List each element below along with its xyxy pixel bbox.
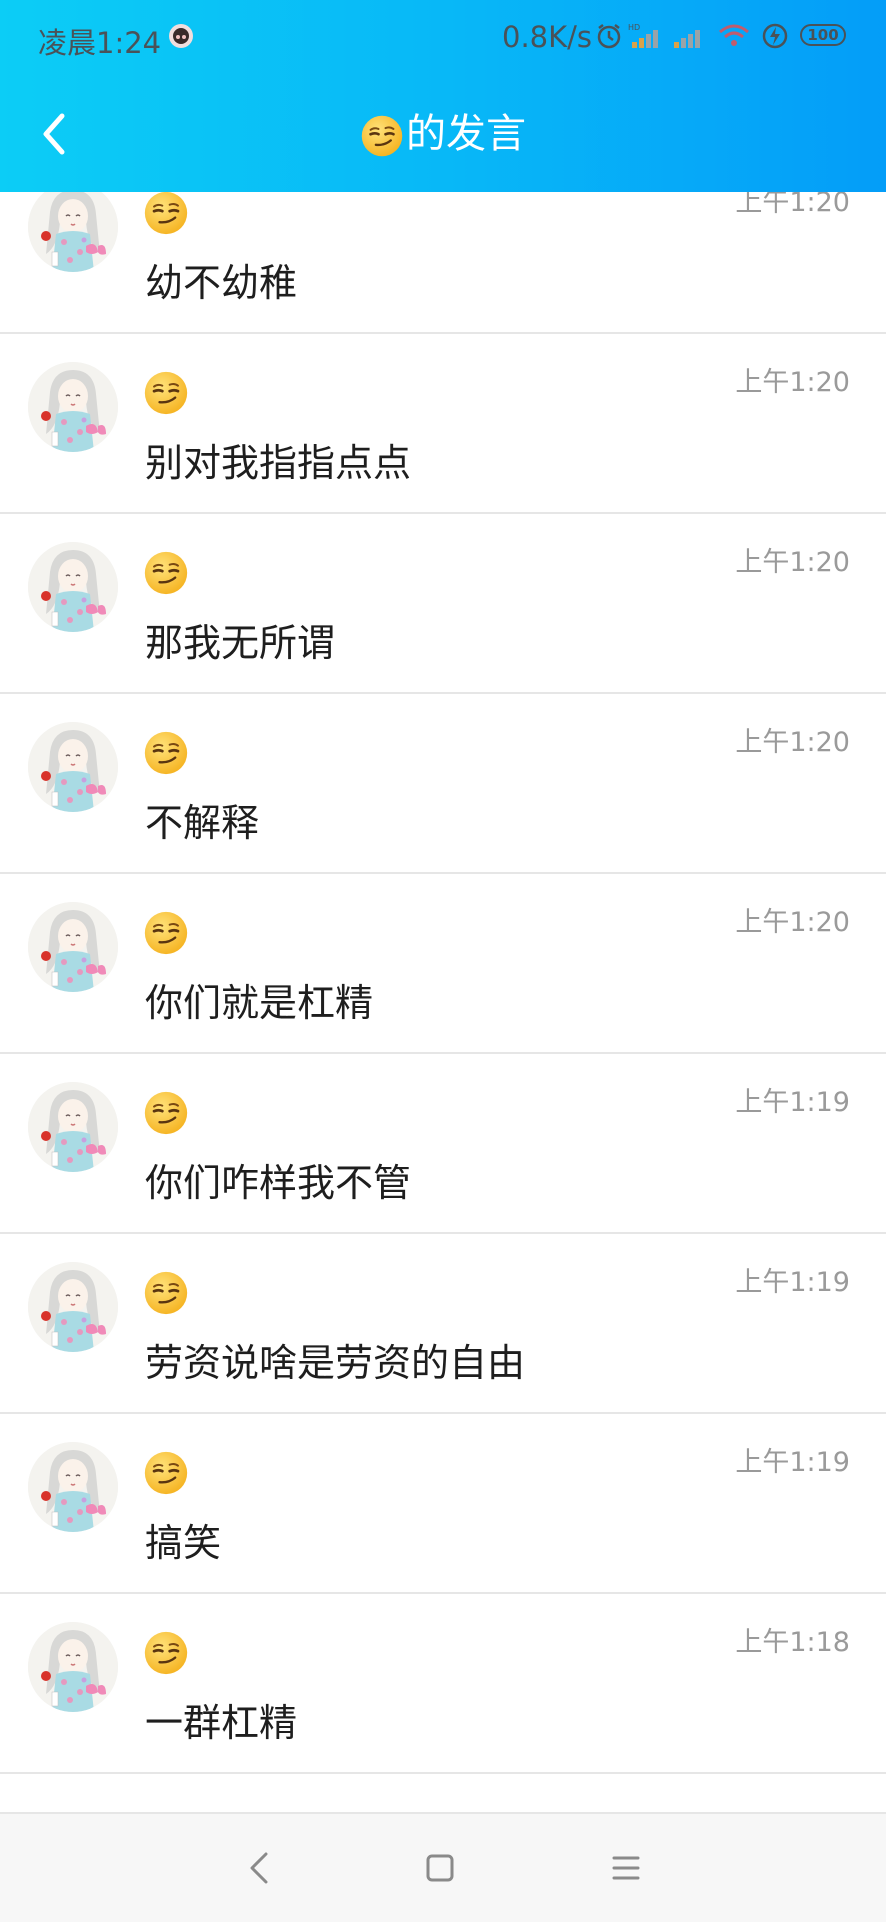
notification-avatar-icon [168,22,194,48]
status-time: 凌晨1:24 [38,26,162,60]
charging-icon [762,23,788,49]
avatar[interactable] [28,182,118,272]
message-time: 上午1:18 [735,1627,850,1658]
avatar[interactable] [28,1442,118,1532]
list-item[interactable]: 不解释 上午1:20 [0,694,886,874]
nav-back-button[interactable] [220,1814,300,1922]
message-text: 别对我指指点点 [145,441,412,485]
back-triangle-icon [250,1852,268,1884]
message-time: 上午1:20 [735,727,850,758]
smirk-emoji-icon [143,730,193,780]
page-title: 的发言 [0,106,886,162]
smirk-emoji-icon [143,1450,193,1500]
message-time: 上午1:20 [735,547,850,578]
svg-text:HD: HD [628,23,640,32]
status-bar: 凌晨1:24 0.8K/s HD 100 [0,0,886,76]
message-time: 上午1:19 [735,1087,850,1118]
avatar[interactable] [28,542,118,632]
message-text: 一群杠精 [145,1701,298,1745]
list-item[interactable]: 一群杠精 上午1:18 [0,1594,886,1774]
smirk-emoji-icon [143,190,193,240]
message-time: 上午1:20 [735,907,850,938]
page-title-text: 的发言 [406,111,526,157]
list-item[interactable]: 劳资说啥是劳资的自由 上午1:19 [0,1234,886,1414]
title-bar: 的发言 [0,76,886,192]
message-text: 搞笑 [145,1521,222,1565]
smirk-emoji-icon [143,1090,193,1140]
smirk-emoji-icon [143,370,193,420]
alarm-icon [597,24,621,49]
message-text: 那我无所谓 [145,621,336,665]
battery-icon: 100 [800,24,846,46]
system-nav-bar [0,1812,886,1922]
signal-hd-icon: HD [628,23,658,48]
avatar[interactable] [28,1082,118,1172]
message-text: 你们咋样我不管 [145,1161,412,1205]
message-text: 幼不幼稚 [145,261,298,305]
menu-icon [612,1856,640,1880]
smirk-emoji-icon [143,910,193,960]
signal-icon [674,30,700,48]
nav-menu-button[interactable] [586,1814,666,1922]
smirk-emoji-icon [143,550,193,600]
message-text: 你们就是杠精 [145,981,374,1025]
list-item[interactable]: 你们咋样我不管 上午1:19 [0,1054,886,1234]
nav-home-button[interactable] [400,1814,480,1922]
list-item[interactable]: 别对我指指点点 上午1:20 [0,334,886,514]
smirk-emoji-icon [143,1270,193,1320]
avatar[interactable] [28,362,118,452]
message-text: 劳资说啥是劳资的自由 [145,1341,526,1385]
home-square-icon [426,1854,454,1882]
message-text: 不解释 [145,801,260,845]
list-item[interactable]: 搞笑 上午1:19 [0,1414,886,1594]
message-time: 上午1:19 [735,1267,850,1298]
avatar[interactable] [28,722,118,812]
smirk-emoji-icon [143,1630,193,1680]
message-time: 上午1:19 [735,1447,850,1478]
wifi-icon [719,24,749,46]
smirk-emoji-icon [360,114,404,158]
list-item[interactable]: 那我无所谓 上午1:20 [0,514,886,694]
avatar[interactable] [28,902,118,992]
network-speed: 0.8K/s [502,20,593,54]
avatar[interactable] [28,1262,118,1352]
list-item[interactable]: 你们就是杠精 上午1:20 [0,874,886,1054]
message-time: 上午1:20 [735,367,850,398]
app-header: 凌晨1:24 0.8K/s HD 100 的发言 [0,0,886,192]
avatar[interactable] [28,1622,118,1712]
